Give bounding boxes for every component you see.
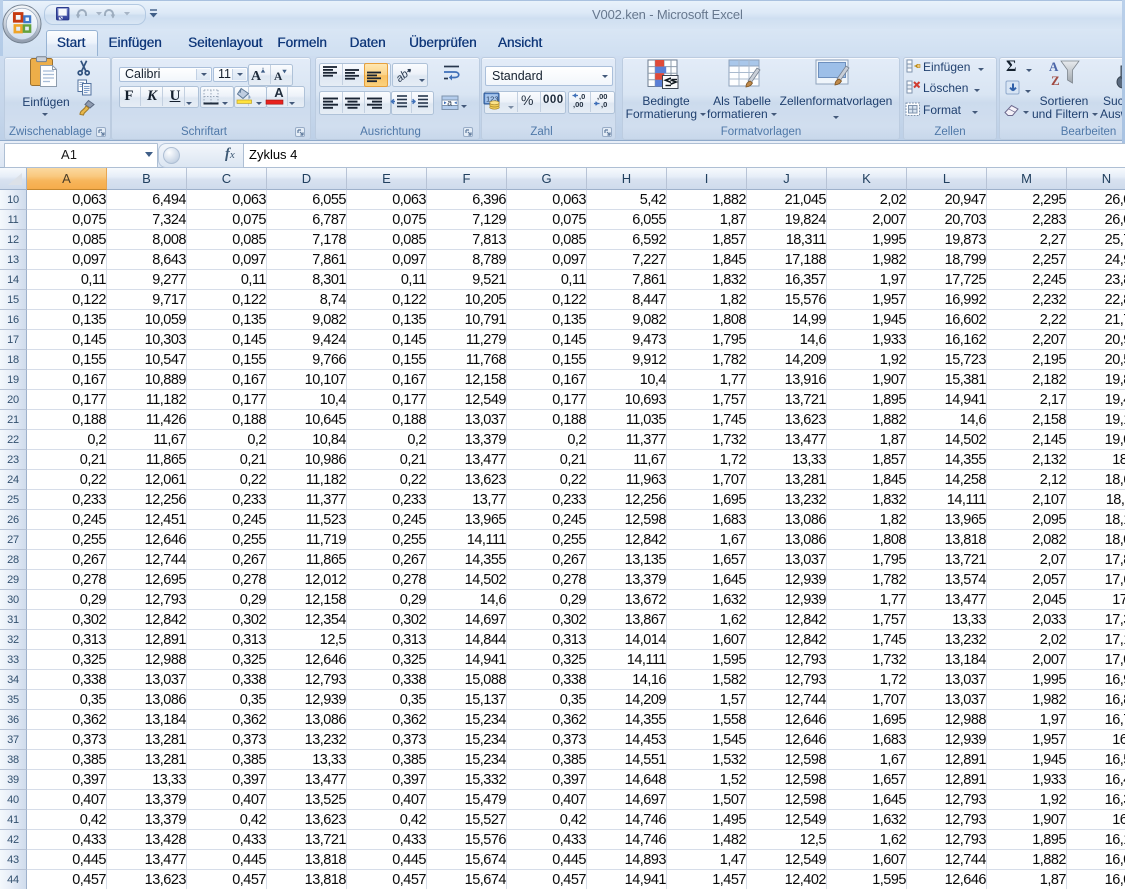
svg-text:A: A	[251, 69, 262, 84]
svg-text:A: A	[1049, 59, 1059, 74]
svg-text:A: A	[274, 71, 283, 83]
svg-text:a: a	[447, 97, 452, 107]
svg-text:,00: ,00	[573, 100, 583, 109]
svg-text:,0: ,0	[601, 100, 607, 109]
svg-text:Z: Z	[1051, 73, 1060, 88]
